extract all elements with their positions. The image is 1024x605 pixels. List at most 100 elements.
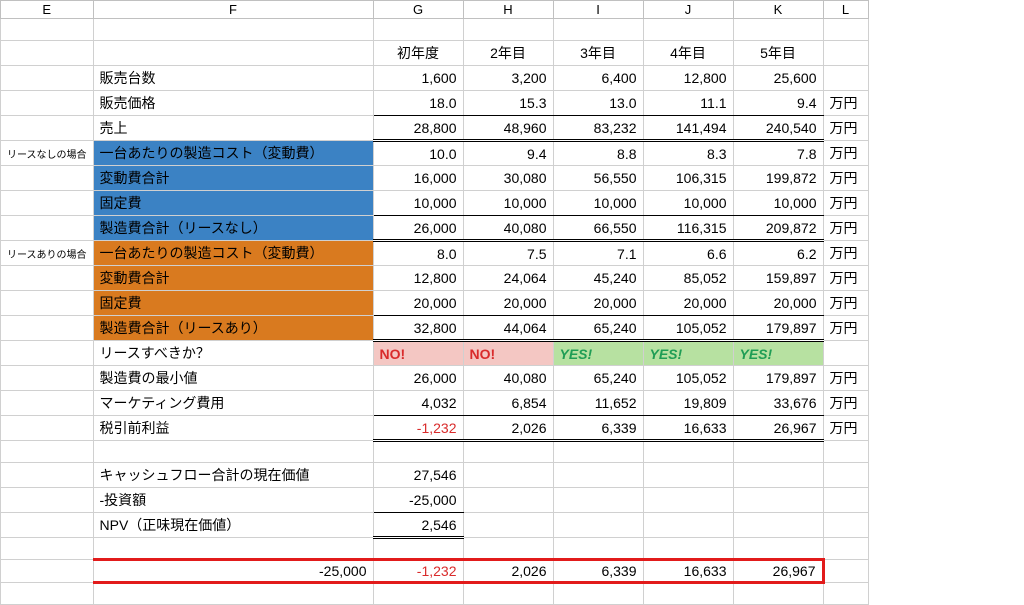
cell[interactable]: 26,000 — [373, 366, 463, 391]
cell[interactable]: -1,232 — [373, 416, 463, 441]
cell[interactable]: 40,080 — [463, 216, 553, 241]
cell[interactable]: 11.1 — [643, 91, 733, 116]
cell[interactable]: 20,000 — [463, 291, 553, 316]
unit-label[interactable]: 万円 — [823, 91, 868, 116]
cell[interactable]: 65,240 — [553, 366, 643, 391]
cell[interactable]: YES! — [733, 341, 823, 366]
cell[interactable]: 83,232 — [553, 116, 643, 141]
colhdr-E[interactable]: E — [1, 1, 94, 19]
year4-header[interactable]: 4年目 — [643, 41, 733, 66]
cell[interactable]: 199,872 — [733, 166, 823, 191]
cell[interactable]: 6,339 — [553, 560, 643, 583]
cell[interactable]: 85,052 — [643, 266, 733, 291]
cell[interactable]: 179,897 — [733, 316, 823, 341]
cell[interactable]: 8.0 — [373, 241, 463, 266]
cell[interactable]: 2,026 — [463, 560, 553, 583]
cell[interactable]: 25,600 — [733, 66, 823, 91]
cell[interactable]: 12,800 — [643, 66, 733, 91]
unit-label[interactable]: 万円 — [823, 116, 868, 141]
cell[interactable]: 26,000 — [373, 216, 463, 241]
cell[interactable]: 20,000 — [733, 291, 823, 316]
colhdr-K[interactable]: K — [733, 1, 823, 19]
nolease-total-label[interactable]: 製造費合計（リースなし） — [93, 216, 373, 241]
cell[interactable]: 16,000 — [373, 166, 463, 191]
cell[interactable]: 20,000 — [373, 291, 463, 316]
nolease-perunit-label[interactable]: 一台あたりの製造コスト（変動費） — [93, 141, 373, 166]
year3-header[interactable]: 3年目 — [553, 41, 643, 66]
cell[interactable]: 12,800 — [373, 266, 463, 291]
cell[interactable]: 20,000 — [553, 291, 643, 316]
cell[interactable]: 105,052 — [643, 316, 733, 341]
cell[interactable]: 33,676 — [733, 391, 823, 416]
unit-label[interactable]: 万円 — [823, 266, 868, 291]
should-lease-label[interactable]: リースすべきか？ — [93, 341, 373, 366]
cell[interactable]: 6,854 — [463, 391, 553, 416]
cell[interactable]: 2,026 — [463, 416, 553, 441]
cell[interactable]: 141,494 — [643, 116, 733, 141]
withlease-vartotal-label[interactable]: 変動費合計 — [93, 266, 373, 291]
unit-label[interactable]: 万円 — [823, 366, 868, 391]
cell[interactable]: YES! — [553, 341, 643, 366]
unit-price-label[interactable]: 販売価格 — [93, 91, 373, 116]
cell[interactable]: 26,967 — [733, 416, 823, 441]
cell[interactable]: 10,000 — [643, 191, 733, 216]
bottom-F[interactable]: -25,000 — [93, 560, 373, 583]
cell[interactable]: 4,032 — [373, 391, 463, 416]
cell[interactable]: 240,540 — [733, 116, 823, 141]
year5-header[interactable]: 5年目 — [733, 41, 823, 66]
cell[interactable]: 2,546 — [373, 513, 463, 538]
unit-label[interactable]: 万円 — [823, 316, 868, 341]
cell[interactable]: 66,550 — [553, 216, 643, 241]
unit-label[interactable]: 万円 — [823, 166, 868, 191]
cell[interactable]: 20,000 — [643, 291, 733, 316]
marketing-label[interactable]: マーケティング費用 — [93, 391, 373, 416]
cell[interactable]: 65,240 — [553, 316, 643, 341]
cell[interactable]: 6,400 — [553, 66, 643, 91]
cell[interactable]: 179,897 — [733, 366, 823, 391]
cell[interactable]: 10,000 — [553, 191, 643, 216]
cell[interactable]: 45,240 — [553, 266, 643, 291]
cell[interactable]: 44,064 — [463, 316, 553, 341]
cell[interactable]: 3,200 — [463, 66, 553, 91]
min-mfg-label[interactable]: 製造費の最小値 — [93, 366, 373, 391]
cell[interactable]: NO! — [463, 341, 553, 366]
unit-label[interactable]: 万円 — [823, 141, 868, 166]
pretax-label[interactable]: 税引前利益 — [93, 416, 373, 441]
cell[interactable]: 159,897 — [733, 266, 823, 291]
cell[interactable]: YES! — [643, 341, 733, 366]
cell[interactable]: -25,000 — [373, 488, 463, 513]
cell[interactable]: 7.8 — [733, 141, 823, 166]
unit-label[interactable]: 万円 — [823, 241, 868, 266]
spreadsheet-table[interactable]: E F G H I J K L 初年度 2年目 3年目 4年目 5年目 販売台数… — [0, 0, 869, 605]
colhdr-F[interactable]: F — [93, 1, 373, 19]
investment-label[interactable]: -投資額 — [93, 488, 373, 513]
nolease-vartotal-label[interactable]: 変動費合計 — [93, 166, 373, 191]
cell[interactable]: 56,550 — [553, 166, 643, 191]
cell[interactable]: NO! — [373, 341, 463, 366]
cell[interactable]: 7.5 — [463, 241, 553, 266]
cell[interactable]: -1,232 — [373, 560, 463, 583]
cell[interactable]: 6.6 — [643, 241, 733, 266]
cell[interactable]: 19,809 — [643, 391, 733, 416]
revenue-label[interactable]: 売上 — [93, 116, 373, 141]
cell[interactable]: 9.4 — [733, 91, 823, 116]
cell[interactable]: 7.1 — [553, 241, 643, 266]
cell[interactable]: 11,652 — [553, 391, 643, 416]
cell[interactable]: 40,080 — [463, 366, 553, 391]
cell[interactable]: 10.0 — [373, 141, 463, 166]
cell[interactable]: 15.3 — [463, 91, 553, 116]
unit-label[interactable]: 万円 — [823, 416, 868, 441]
cell[interactable]: 8.3 — [643, 141, 733, 166]
unit-label[interactable]: 万円 — [823, 216, 868, 241]
cell[interactable]: 6,339 — [553, 416, 643, 441]
colhdr-H[interactable]: H — [463, 1, 553, 19]
cell[interactable]: 105,052 — [643, 366, 733, 391]
units-sold-label[interactable]: 販売台数 — [93, 66, 373, 91]
cell[interactable]: 13.0 — [553, 91, 643, 116]
withlease-total-label[interactable]: 製造費合計（リースあり） — [93, 316, 373, 341]
colhdr-J[interactable]: J — [643, 1, 733, 19]
cell[interactable]: 26,967 — [733, 560, 823, 583]
cell[interactable]: 10,000 — [733, 191, 823, 216]
nolease-section-label[interactable]: リースなしの場合 — [1, 141, 94, 166]
cell[interactable]: 116,315 — [643, 216, 733, 241]
